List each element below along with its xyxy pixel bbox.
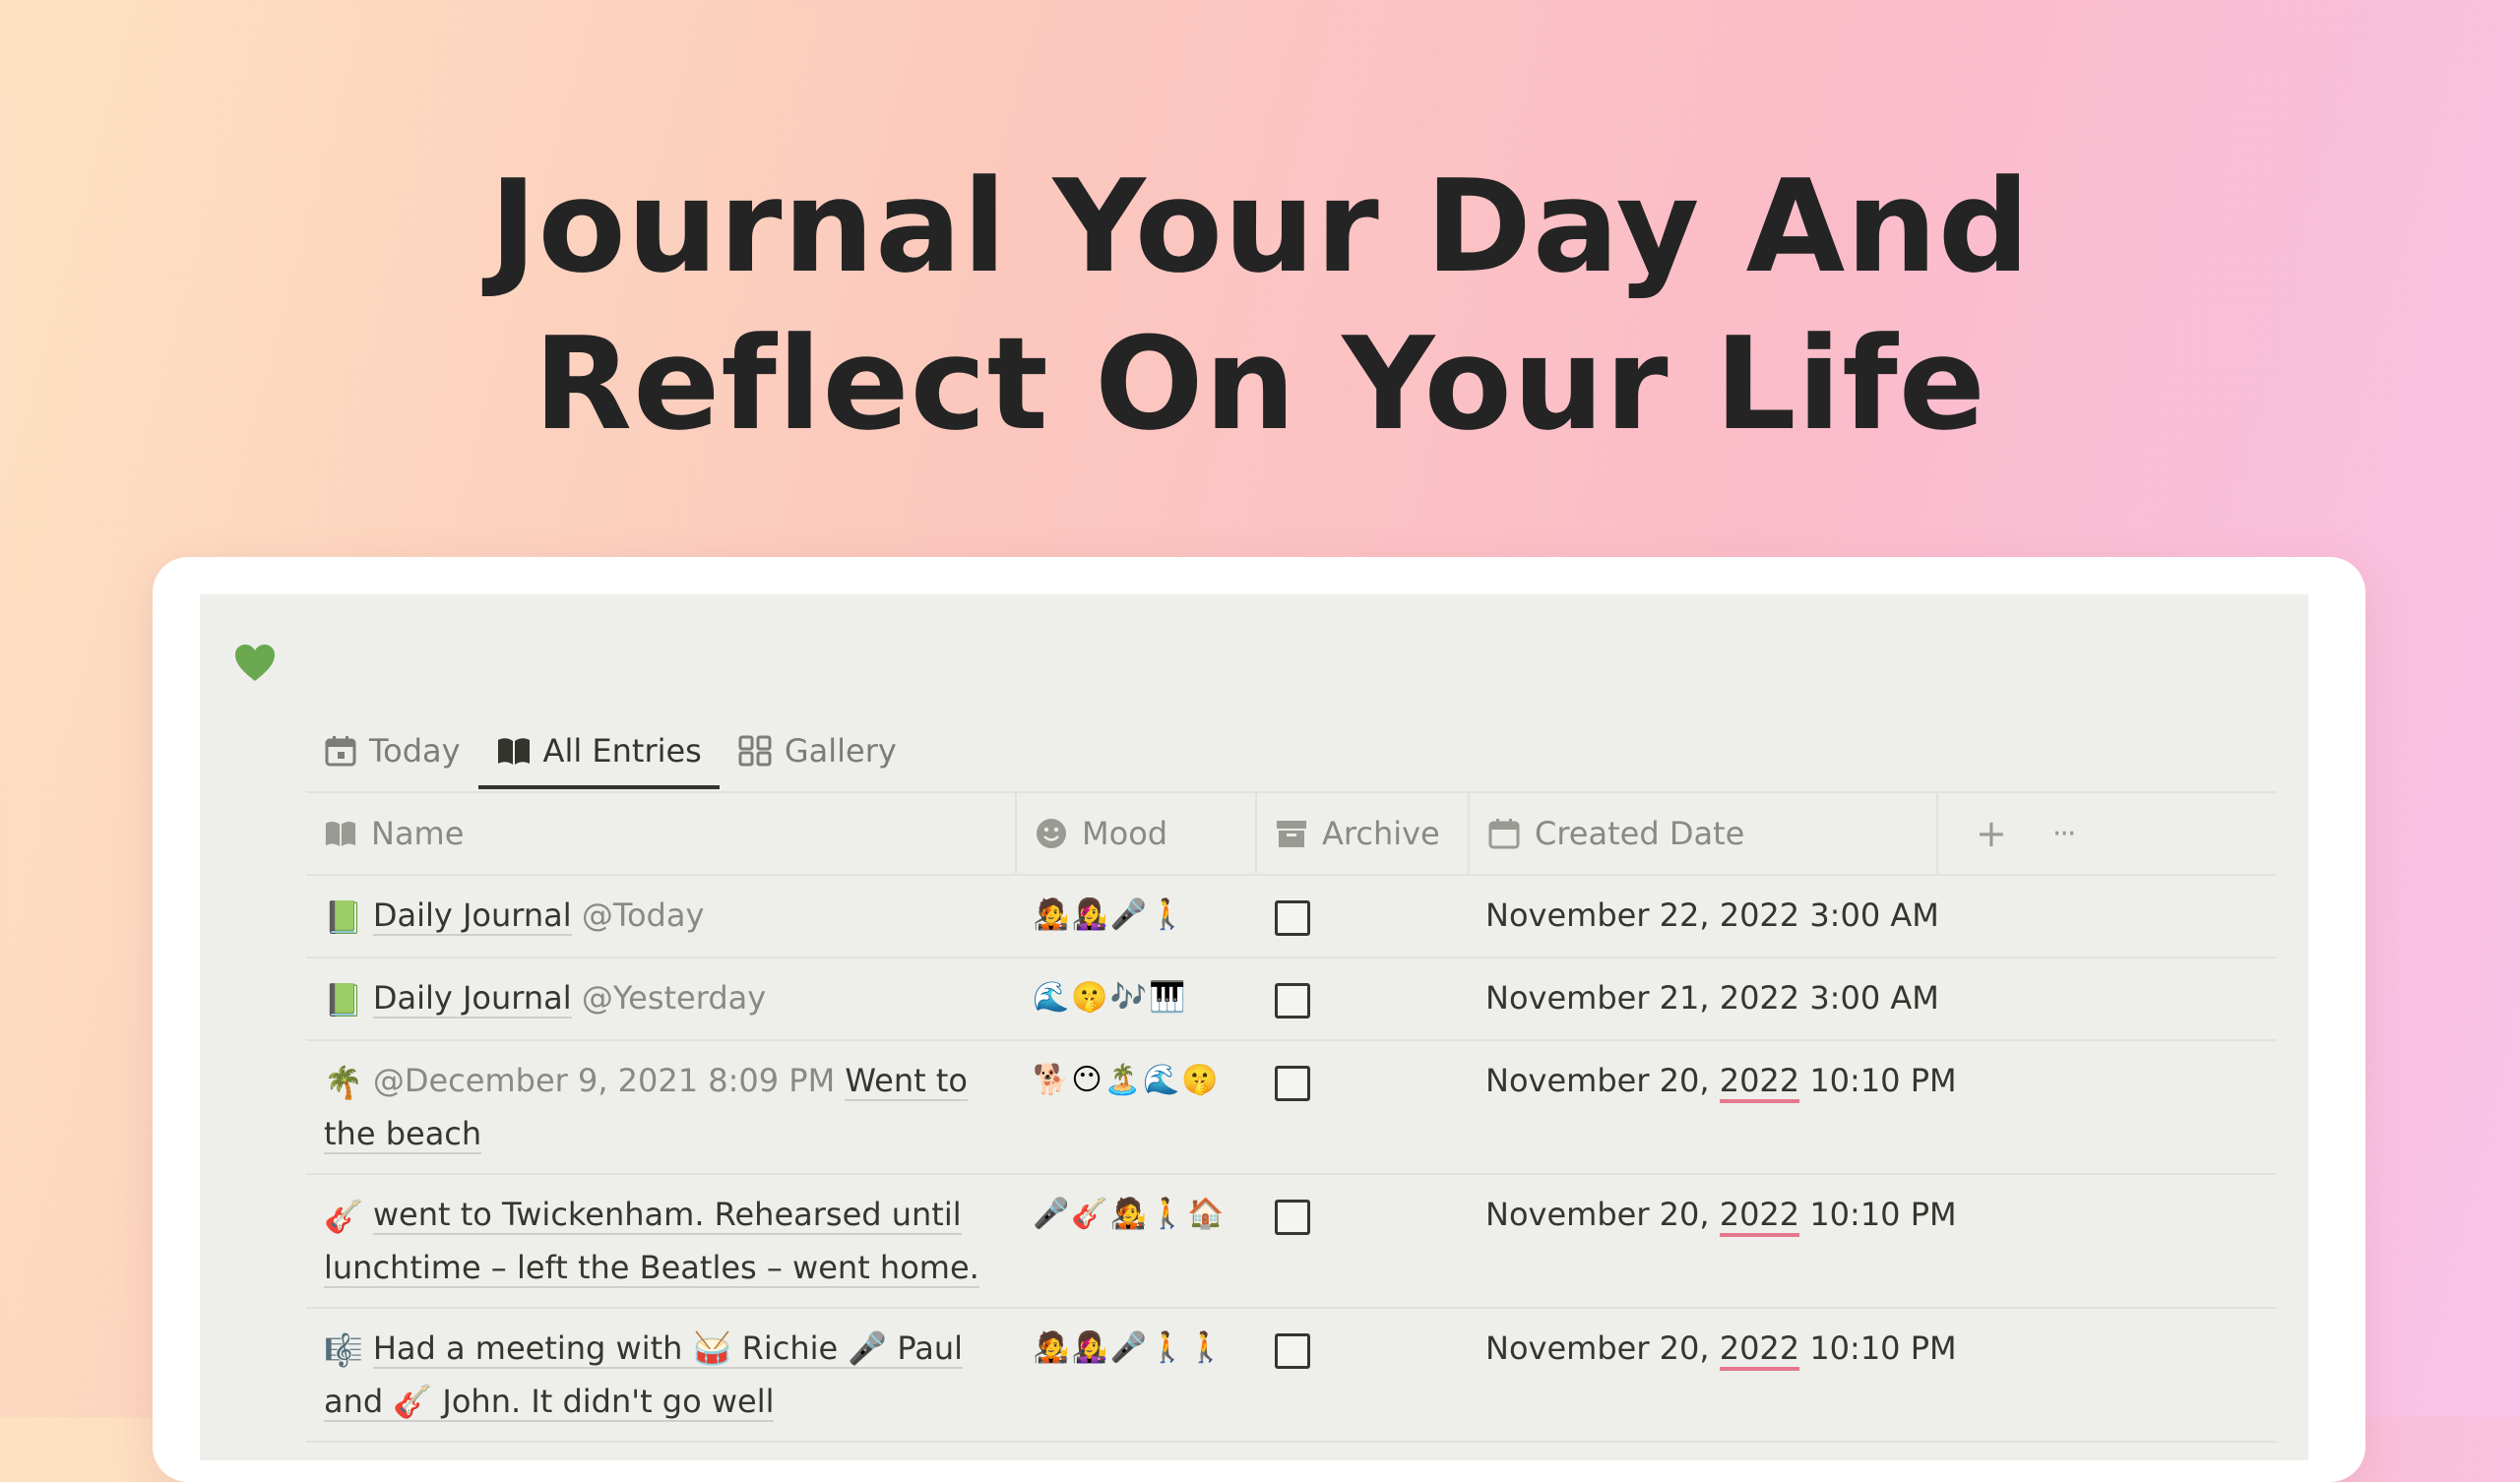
view-tabs: Today All Entries Gallery (306, 712, 914, 789)
row-spacer (1936, 1309, 2277, 1441)
calendar-icon (1488, 819, 1520, 849)
date-year: 2022 (1719, 1062, 1800, 1103)
archive-checkbox[interactable] (1275, 1333, 1310, 1369)
entry-icon: 🎼 (324, 1331, 363, 1369)
entry-icon: 🎸 (324, 1198, 363, 1235)
entry-archive (1255, 876, 1468, 957)
entry-name[interactable]: 🎼 Had a meeting with 🥁 Richie 🎤 Paul and … (306, 1309, 1015, 1441)
entry-created-date: November 21, 2022 3:00 AM (1468, 958, 1939, 1039)
entry-archive (1255, 1175, 1468, 1307)
row-spacer (1936, 876, 2277, 957)
entry-name[interactable]: 🎸 went to Twickenham. Rehearsed until lun… (306, 1175, 1015, 1307)
database-panel: Today All Entries Gallery Name Mood Arch… (200, 594, 2308, 1460)
green-heart-icon (235, 645, 275, 681)
row-spacer (1936, 1175, 2277, 1307)
entry-mood: 🎤🎸🧑‍🎤🚶🏠 (1033, 1197, 1227, 1231)
entry-mood: 🧑‍🎤👩‍🎤🎤🚶🚶 (1033, 1330, 1227, 1365)
entry-created-date: November 20, 2022 10:10 PM (1468, 1041, 1957, 1173)
entry-title[interactable]: went to Twickenham. Rehearsed until lunc… (324, 1196, 979, 1288)
date-year: 2022 (1719, 979, 1800, 1017)
column-header-name[interactable]: Name (306, 793, 1015, 874)
entry-created-date: November 20, 2022 10:10 PM (1468, 1309, 1957, 1441)
entry-icon: 🌴 (324, 1064, 363, 1101)
archive-box-icon (1277, 821, 1306, 847)
tab-today[interactable]: Today (306, 712, 478, 789)
entry-title[interactable]: Daily Journal (372, 979, 572, 1019)
date-time: 10:10 PM (1799, 1329, 1957, 1367)
add-column-button[interactable]: + (1976, 812, 2007, 855)
tab-today-label: Today (369, 732, 461, 770)
entry-title[interactable]: Had a meeting with 🥁 Richie 🎤 Paul and 🎸… (324, 1329, 964, 1422)
entry-created-date: November 22, 2022 3:00 AM (1468, 876, 1939, 957)
archive-checkbox[interactable] (1275, 1066, 1310, 1101)
table-row[interactable]: 🎸 went to Twickenham. Rehearsed until lun… (306, 1175, 2277, 1309)
entry-mention[interactable]: @Yesterday (582, 979, 766, 1017)
table-row[interactable]: 📗 Daily Journal @Today 🧑‍🎤👩‍🎤🎤🚶 November … (306, 876, 2277, 958)
entry-name[interactable]: 📗 Daily Journal @Yesterday (306, 958, 1015, 1039)
column-header-actions: + ··· (1936, 793, 2277, 874)
grid-icon (738, 735, 772, 767)
date-time: 10:10 PM (1799, 1062, 1957, 1099)
notion-card: Today All Entries Gallery Name Mood Arch… (153, 557, 2365, 1482)
archive-checkbox[interactable] (1275, 983, 1310, 1019)
tab-gallery-label: Gallery (784, 732, 897, 770)
entry-archive (1255, 1041, 1468, 1173)
entry-mood: 🐕😶🏝️🌊🤫 (1033, 1063, 1221, 1097)
open-book-icon (325, 821, 356, 847)
date-prefix: November 20, (1485, 1062, 1720, 1099)
entry-created-date: November 20, 2022 10:10 PM (1468, 1175, 1957, 1307)
archive-checkbox[interactable] (1275, 900, 1310, 936)
entry-name[interactable]: 🌴 @December 9, 2021 8:09 PM Went to the b… (306, 1041, 1015, 1173)
tab-all-entries-label: All Entries (542, 732, 702, 770)
entry-mood: 🌊🤫🎶🎹 (1033, 980, 1188, 1015)
entry-archive (1255, 1309, 1468, 1441)
date-prefix: November 20, (1485, 1196, 1720, 1233)
date-prefix: November 21, (1485, 979, 1720, 1017)
entries-table: Name Mood Archive Created Date + ··· 📗 D… (306, 791, 2277, 1443)
table-header: Name Mood Archive Created Date + ··· (306, 791, 2277, 876)
entry-mood: 🧑‍🎤👩‍🎤🎤🚶 (1033, 897, 1188, 932)
tab-gallery[interactable]: Gallery (720, 712, 914, 789)
headline: Journal Your Day And Reflect On Your Lif… (0, 148, 2520, 463)
more-options-button[interactable]: ··· (2052, 817, 2077, 851)
entry-name[interactable]: 📗 Daily Journal @Today (306, 876, 1015, 957)
column-header-archive-label: Archive (1322, 815, 1440, 852)
column-header-archive[interactable]: Archive (1255, 793, 1468, 874)
date-year: 2022 (1719, 896, 1800, 934)
column-header-created[interactable]: Created Date (1468, 793, 1936, 874)
entry-icon: 📗 (324, 981, 363, 1019)
open-book-icon (497, 738, 530, 765)
date-year: 2022 (1719, 1196, 1800, 1237)
row-spacer (1936, 1041, 2277, 1173)
date-prefix: November 22, (1485, 896, 1720, 934)
row-spacer (1936, 958, 2277, 1039)
archive-checkbox[interactable] (1275, 1200, 1310, 1235)
date-time: 3:00 AM (1799, 896, 1939, 934)
headline-line-1: Journal Your Day And (489, 152, 2031, 301)
column-header-mood[interactable]: Mood (1015, 793, 1255, 874)
column-header-name-label: Name (371, 815, 465, 852)
table-row[interactable]: 🌴 @December 9, 2021 8:09 PM Went to the b… (306, 1041, 2277, 1175)
column-header-mood-label: Mood (1082, 815, 1168, 852)
date-time: 10:10 PM (1799, 1196, 1957, 1233)
smiley-icon (1037, 819, 1066, 848)
entry-mention[interactable]: @Today (582, 896, 705, 934)
date-prefix: November 20, (1485, 1329, 1720, 1367)
date-time: 3:00 AM (1799, 979, 1939, 1017)
date-year: 2022 (1719, 1329, 1800, 1371)
calendar-icon (325, 736, 356, 767)
entry-icon: 📗 (324, 898, 363, 936)
column-header-created-label: Created Date (1535, 815, 1745, 852)
tab-all-entries[interactable]: All Entries (477, 712, 721, 789)
entry-title[interactable]: Daily Journal (372, 896, 572, 936)
entry-mention[interactable]: @December 9, 2021 8:09 PM (373, 1062, 835, 1099)
headline-line-2: Reflect On Your Life (534, 309, 1986, 459)
table-row[interactable]: 📗 Daily Journal @Yesterday 🌊🤫🎶🎹 November … (306, 958, 2277, 1041)
table-row[interactable]: 🎼 Had a meeting with 🥁 Richie 🎤 Paul and … (306, 1309, 2277, 1443)
entry-archive (1255, 958, 1468, 1039)
